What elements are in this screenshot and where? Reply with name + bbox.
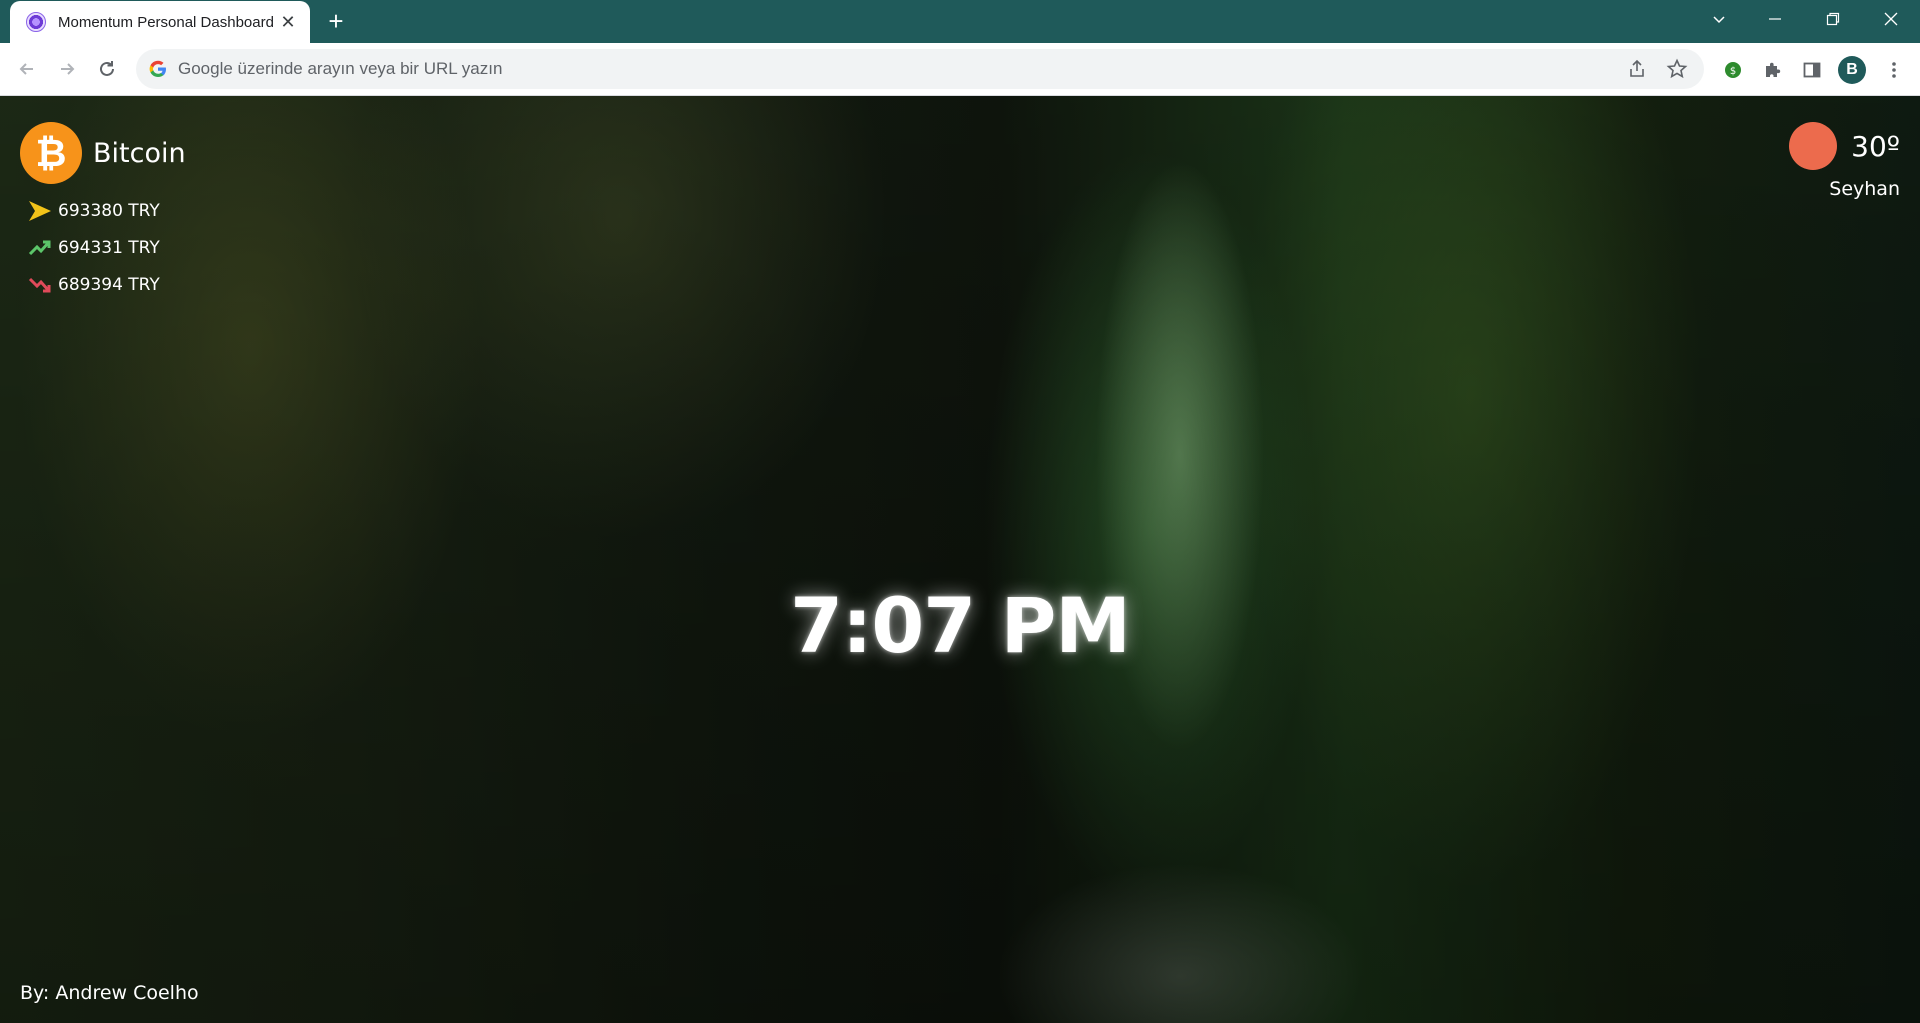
- share-icon[interactable]: [1626, 58, 1648, 80]
- puzzle-icon: [1766, 62, 1781, 77]
- tab-title: Momentum Personal Dashboard: [58, 13, 274, 31]
- back-button[interactable]: [12, 54, 42, 84]
- sun-icon: [1789, 122, 1838, 170]
- address-bar[interactable]: Google üzerinde arayın veya bir URL yazı…: [136, 49, 1704, 89]
- low-price-value: 689394 TRY: [58, 275, 160, 295]
- temperature: 30º: [1851, 129, 1900, 163]
- browser-tab[interactable]: Momentum Personal Dashboard ✕: [10, 1, 310, 43]
- minimize-icon: [1769, 18, 1781, 20]
- momentum-favicon-icon: [26, 12, 46, 32]
- google-icon: [149, 60, 166, 77]
- photo-author-credit: By: Andrew Coelho: [20, 982, 199, 1004]
- chevron-down-icon: [1713, 16, 1725, 24]
- crypto-low-price: 689394 TRY: [28, 274, 160, 296]
- reload-button[interactable]: [92, 54, 122, 84]
- dashboard-overlay: ₿ Bitcoin 693380 TRY 694331 TRY 689394 T…: [0, 96, 1920, 1023]
- money-extension-icon: $: [1725, 62, 1741, 78]
- extensions-button[interactable]: [1758, 56, 1786, 84]
- close-tab-icon[interactable]: ✕: [278, 12, 298, 32]
- dashboard-background: ₿ Bitcoin 693380 TRY 694331 TRY 689394 T…: [0, 96, 1920, 1023]
- new-tab-button[interactable]: +: [322, 8, 350, 36]
- close-icon: [1884, 12, 1898, 26]
- weather-city: Seyhan: [1829, 178, 1900, 200]
- restore-icon: [1826, 12, 1840, 26]
- arrow-left-icon: [19, 63, 33, 75]
- tab-strip: Momentum Personal Dashboard ✕ +: [0, 0, 1920, 43]
- side-panel-button[interactable]: [1798, 56, 1826, 84]
- bitcoin-logo-icon: ₿: [20, 122, 82, 184]
- weather-widget: 30º Seyhan: [1789, 122, 1900, 200]
- more-vertical-icon: [1892, 62, 1896, 78]
- crypto-name: Bitcoin: [93, 137, 186, 169]
- side-panel-icon: [1803, 62, 1821, 78]
- high-price-value: 694331 TRY: [58, 238, 160, 258]
- browser-toolbar: Google üzerinde arayın veya bir URL yazı…: [0, 43, 1920, 96]
- bookmark-star-icon[interactable]: [1666, 58, 1688, 80]
- reload-icon: [100, 61, 114, 76]
- current-price-value: 693380 TRY: [58, 201, 160, 221]
- current-price-arrow-icon: [29, 201, 51, 221]
- forward-button[interactable]: [52, 54, 82, 84]
- address-bar-placeholder: Google üzerinde arayın veya bir URL yazı…: [178, 59, 503, 78]
- crypto-widget-header: ₿ Bitcoin: [20, 122, 186, 184]
- trending-up-icon: [28, 240, 51, 256]
- browser-menu-button[interactable]: [1880, 56, 1908, 84]
- close-window-button[interactable]: [1862, 0, 1920, 38]
- tab-search-button[interactable]: [1690, 0, 1748, 38]
- trending-down-icon: [28, 277, 51, 293]
- clock-time: 7:07 PM: [790, 581, 1131, 670]
- profile-avatar[interactable]: B: [1838, 56, 1866, 84]
- svg-text:$: $: [1730, 66, 1736, 77]
- crypto-high-price: 694331 TRY: [28, 237, 160, 259]
- arrow-right-icon: [61, 63, 75, 75]
- crypto-current-price: 693380 TRY: [28, 200, 160, 222]
- minimize-button[interactable]: [1746, 0, 1804, 38]
- extension-button[interactable]: $: [1719, 56, 1747, 84]
- restore-button[interactable]: [1804, 0, 1862, 38]
